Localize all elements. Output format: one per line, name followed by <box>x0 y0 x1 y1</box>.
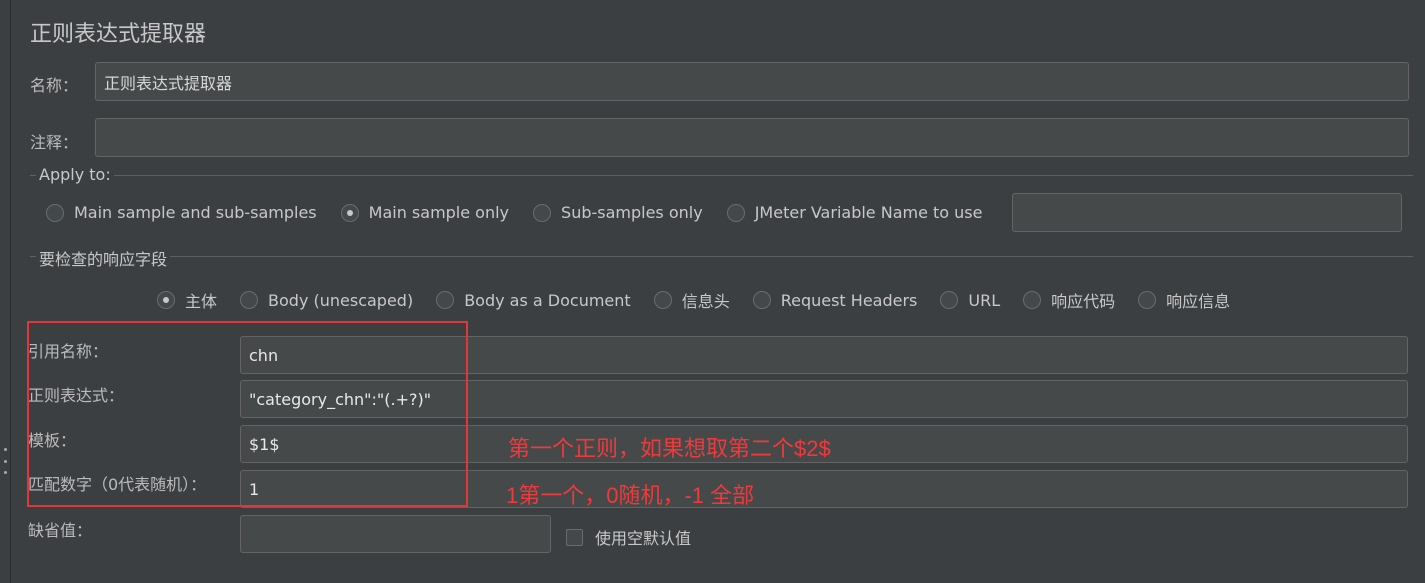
radio-response-message[interactable]: 响应信息 <box>1138 288 1230 312</box>
use-empty-default-checkbox[interactable]: 使用空默认值 <box>566 525 691 549</box>
radio-headers[interactable]: 信息头 <box>653 288 730 312</box>
radio-label: 响应信息 <box>1166 292 1231 311</box>
radio-jmeter-variable[interactable]: JMeter Variable Name to use <box>726 203 983 222</box>
radio-circle[interactable] <box>46 203 64 222</box>
radio-circle[interactable] <box>940 291 959 309</box>
annotation-template-note: 第一个正则，如果想取第二个$2$ <box>508 436 831 461</box>
radio-label: 主体 <box>185 292 218 311</box>
name-input[interactable]: 正则表达式提取器 <box>95 62 1409 101</box>
comment-label: 注释： <box>30 133 79 152</box>
radio-label: JMeter Variable Name to use <box>754 203 983 222</box>
default-value-label: 缺省值： <box>28 521 93 540</box>
radio-circle[interactable] <box>726 203 745 222</box>
splitter-handle[interactable] <box>3 448 7 474</box>
checkbox-box[interactable] <box>566 528 583 546</box>
radio-circle[interactable] <box>1023 291 1042 309</box>
radio-request-headers[interactable]: Request Headers <box>752 290 918 310</box>
radio-circle[interactable] <box>533 203 552 222</box>
apply-to-radio-row: Main sample and sub-samples Main sample … <box>46 203 982 222</box>
radio-label: 信息头 <box>681 292 730 311</box>
radio-label: URL <box>968 290 1001 310</box>
default-value-input[interactable] <box>240 515 551 553</box>
radio-label: Sub-samples only <box>561 203 703 222</box>
jmeter-variable-input[interactable] <box>1012 193 1402 232</box>
radio-label: Body (unescaped) <box>268 290 414 310</box>
radio-sub-only[interactable]: Sub-samples only <box>533 203 703 222</box>
radio-label: Main sample only <box>368 203 510 222</box>
radio-circle[interactable] <box>1138 291 1157 309</box>
radio-main-and-sub[interactable]: Main sample and sub-samples <box>46 203 317 222</box>
annotation-match-note: 1第一个，0随机，-1 全部 <box>506 483 755 508</box>
radio-label: 响应代码 <box>1051 292 1116 311</box>
radio-circle[interactable] <box>340 203 359 222</box>
radio-response-code[interactable]: 响应代码 <box>1023 288 1115 312</box>
name-label: 名称： <box>30 76 79 95</box>
apply-to-group-border <box>30 175 1413 176</box>
response-field-legend: 要检查的响应字段 <box>36 246 171 270</box>
radio-label: Body as a Document <box>464 290 631 310</box>
radio-main-only[interactable]: Main sample only <box>340 203 510 222</box>
radio-label: Main sample and sub-samples <box>74 203 317 222</box>
comment-input[interactable] <box>95 118 1409 157</box>
radio-body-unescaped[interactable]: Body (unescaped) <box>240 291 413 310</box>
radio-circle[interactable] <box>157 291 175 309</box>
radio-circle[interactable] <box>240 291 259 309</box>
response-field-radio-row: 主体 Body (unescaped) Body as a Document 信… <box>157 288 1230 312</box>
radio-circle[interactable] <box>653 291 672 309</box>
radio-circle[interactable] <box>436 291 455 309</box>
radio-body[interactable]: 主体 <box>157 288 217 312</box>
radio-label: Request Headers <box>780 290 918 310</box>
checkbox-label: 使用空默认值 <box>595 529 692 548</box>
radio-circle[interactable] <box>752 291 771 309</box>
radio-url[interactable]: URL <box>940 291 1000 310</box>
response-field-group-border <box>30 256 1413 257</box>
apply-to-legend: Apply to: <box>36 165 114 184</box>
annotation-highlight-box <box>27 321 468 507</box>
left-gutter <box>0 0 11 583</box>
panel-title: 正则表达式提取器 <box>30 22 207 47</box>
radio-body-as-document[interactable]: Body as a Document <box>436 290 631 310</box>
